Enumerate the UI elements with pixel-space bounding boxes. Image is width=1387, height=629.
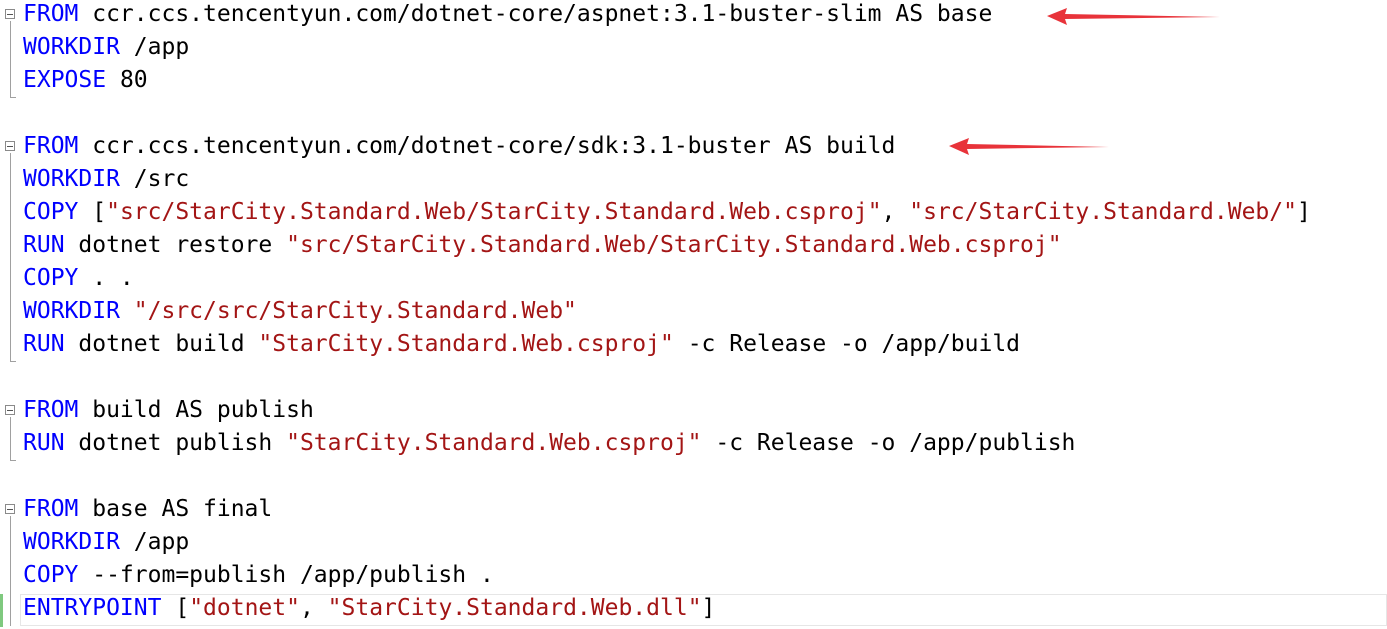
code-line[interactable]: RUN dotnet build "StarCity.Standard.Web.… [0,328,1387,361]
fold-guide-end [10,361,16,362]
text-token: ] [1296,199,1311,225]
code-line[interactable]: WORKDIR /app [0,31,1387,64]
text-token: ccr.ccs.tencentyun.com/dotnet-core/aspne… [78,1,993,27]
keyword-token: FROM [23,496,79,522]
code-text: EXPOSE 80 [23,64,148,97]
code-text: WORKDIR /src [23,163,189,196]
fold-guide [10,417,11,461]
keyword-token: FROM [23,1,79,27]
collapse-icon[interactable] [5,9,15,19]
fold-guide-end [10,97,16,98]
code-line[interactable]: WORKDIR /src [0,163,1387,196]
string-token: "src/StarCity.Standard.Web/StarCity.Stan… [106,199,882,225]
string-token: "/src/src/StarCity.Standard.Web" [133,298,577,324]
code-line[interactable] [0,460,1387,493]
code-line[interactable]: COPY --from=publish /app/publish . [0,559,1387,592]
string-token: "StarCity.Standard.Web.dll" [327,595,702,621]
code-line[interactable]: RUN dotnet restore "src/StarCity.Standar… [0,229,1387,262]
gutter [0,130,22,163]
keyword-token: ENTRYPOINT [23,595,162,621]
string-token: "src/StarCity.Standard.Web/StarCity.Stan… [286,232,1062,258]
code-line[interactable]: WORKDIR /app [0,526,1387,559]
fold-guide [10,153,11,362]
string-token: "dotnet" [189,595,300,621]
fold-guide [10,21,11,98]
keyword-token: RUN [23,430,65,456]
text-token: , [299,595,328,621]
text-token: -c Release -o /app/build [673,331,1021,357]
fold-guide-end [10,460,16,461]
text-token: 80 [106,67,148,93]
collapse-icon[interactable] [5,141,15,151]
keyword-token: COPY [23,265,79,291]
code-text: RUN dotnet restore "src/StarCity.Standar… [23,229,1062,262]
code-line[interactable]: WORKDIR "/src/src/StarCity.Standard.Web" [0,295,1387,328]
code-text: WORKDIR /app [23,31,189,64]
text-token: dotnet restore [64,232,287,258]
dockerfile-editor[interactable]: FROM ccr.ccs.tencentyun.com/dotnet-core/… [0,0,1387,629]
keyword-token: COPY [23,199,79,225]
code-line[interactable]: FROM ccr.ccs.tencentyun.com/dotnet-core/… [0,130,1387,163]
text-token: /app [119,529,190,555]
string-token: "StarCity.Standard.Web.csproj" [258,331,674,357]
text-token: --from=publish /app/publish . [78,562,494,588]
code-line[interactable]: RUN dotnet publish "StarCity.Standard.We… [0,427,1387,460]
keyword-token: RUN [23,232,65,258]
text-token: build AS publish [78,397,314,423]
code-line[interactable] [0,361,1387,394]
text-token: dotnet build [64,331,259,357]
text-token: dotnet publish [64,430,287,456]
text-token: ccr.ccs.tencentyun.com/dotnet-core/sdk:3… [78,133,896,159]
code-line[interactable]: FROM build AS publish [0,394,1387,427]
keyword-token: WORKDIR [23,166,120,192]
code-line[interactable]: EXPOSE 80 [0,64,1387,97]
collapse-icon[interactable] [5,504,15,514]
code-text: RUN dotnet build "StarCity.Standard.Web.… [23,328,1020,361]
code-text: RUN dotnet publish "StarCity.Standard.We… [23,427,1075,460]
collapse-icon[interactable] [5,405,15,415]
code-text: FROM base AS final [23,493,272,526]
code-line[interactable]: COPY . . [0,262,1387,295]
annotation-arrow-icon [1047,8,1220,25]
gutter [0,394,22,427]
keyword-token: COPY [23,562,79,588]
gutter [0,493,22,526]
keyword-token: RUN [23,331,65,357]
text-token: /app [119,34,190,60]
string-token: "src/StarCity.Standard.Web/" [909,199,1297,225]
code-text: FROM ccr.ccs.tencentyun.com/dotnet-core/… [23,0,992,31]
text-token: /src [119,166,190,192]
text-token: [ [78,199,107,225]
code-line[interactable]: FROM base AS final [0,493,1387,526]
text-token: ] [701,595,716,621]
keyword-token: WORKDIR [23,298,120,324]
text-token: , [881,199,910,225]
keyword-token: WORKDIR [23,529,120,555]
string-token: "StarCity.Standard.Web.csproj" [286,430,702,456]
code-line[interactable] [0,97,1387,130]
text-token: [ [161,595,190,621]
code-text: WORKDIR "/src/src/StarCity.Standard.Web" [23,295,577,328]
annotation-arrow-icon [949,138,1109,155]
text-token: -c Release -o /app/publish [701,430,1076,456]
code-text: WORKDIR /app [23,526,189,559]
keyword-token: WORKDIR [23,34,120,60]
code-text: COPY --from=publish /app/publish . [23,559,494,592]
code-text: FROM build AS publish [23,394,314,427]
keyword-token: FROM [23,397,79,423]
code-text: COPY . . [23,262,134,295]
fold-guide [10,516,11,626]
code-line[interactable]: COPY ["src/StarCity.Standard.Web/StarCit… [0,196,1387,229]
text-token: . . [78,265,134,291]
keyword-token: EXPOSE [23,67,107,93]
keyword-token: FROM [23,133,79,159]
code-text: COPY ["src/StarCity.Standard.Web/StarCit… [23,196,1311,229]
code-text: FROM ccr.ccs.tencentyun.com/dotnet-core/… [23,130,895,163]
text-token: base AS final [78,496,273,522]
code-text: ENTRYPOINT ["dotnet", "StarCity.Standard… [23,592,715,625]
gutter [0,0,22,31]
code-line[interactable]: ENTRYPOINT ["dotnet", "StarCity.Standard… [0,592,1387,625]
